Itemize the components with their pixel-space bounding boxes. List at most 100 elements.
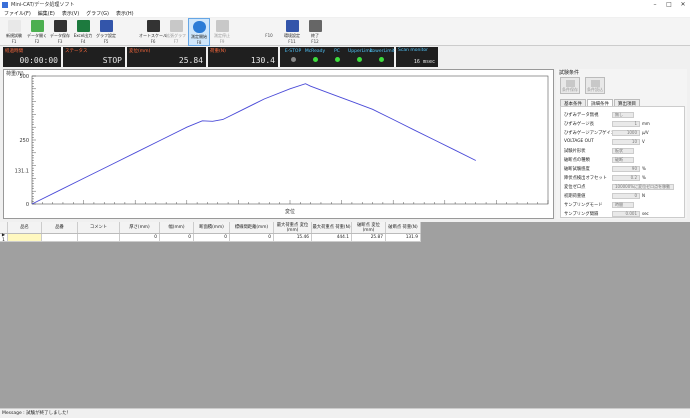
chart-svg[interactable]: 500250131.10荷重(N)変位 [4,70,553,218]
condition-field[interactable]: 100000%に変位ゼロ点を移動 [612,183,674,190]
table-cell[interactable] [8,234,42,241]
table-cell[interactable]: 0 [230,234,274,241]
title-bar: Mini-CAT/データ処理ソフト – □ ✕ [0,0,690,9]
toolbar-button-save-disk[interactable]: データ保存 F3 [49,18,71,46]
condition-label: サンプリング間隔 [564,211,599,217]
lamp-upperlimit: UpperLimit [348,49,373,67]
menu-view[interactable]: 表示(V) [62,10,79,17]
condition-field[interactable]: 90 [612,165,640,172]
column-header[interactable]: 破断点 荷重(N) [386,222,421,233]
indicator-lamps: E-STOP McReady PC UpperLimit LowerLimit [280,47,395,67]
table-cell[interactable] [42,234,78,241]
column-header[interactable]: 品名 [8,222,42,233]
save-conditions-button[interactable]: 条件保存 [560,77,580,94]
toolbar-button-exit[interactable]: 終了 F12 [304,18,326,46]
condition-unit: μ/V [642,130,649,135]
lamp-label: LowerLimit [370,49,395,54]
menu-help[interactable]: 表示(H) [116,10,134,17]
condition-row: サンプリングモード 時間 [564,201,684,208]
condition-label: 初期荷重値 [564,193,586,199]
close-button[interactable]: ✕ [676,0,690,9]
displacement-label: 変位(mm) [129,49,151,54]
scan-monitor-display: Scan monitor 16 msec [396,47,438,67]
condition-row: ひずみゲージ長 1 mm [564,120,684,127]
displacement-value: 25.84 [178,56,203,65]
column-header[interactable]: コメント [78,222,120,233]
function-key-label: F4 [80,39,86,44]
toolbar-button-new-file[interactable]: 新規試験 F1 [3,18,25,46]
column-header[interactable]: 断面積(mm) [194,222,230,233]
column-header[interactable]: 破断点 変位(mm) [352,222,386,233]
lamp-label: UpperLimit [348,49,373,54]
toolbar-button-graph-settings[interactable]: グラフ設定 F5 [95,18,117,46]
menu-graph[interactable]: グラフ(G) [86,10,109,17]
blank-icon [262,20,276,32]
elapsed-time-value: 00:00:00 [19,56,58,65]
condition-row: ひずみデータ無視 無し [564,111,684,118]
condition-unit: mm [642,121,650,126]
toolbar-button-autoscale[interactable]: オートスケール F6 [139,18,167,46]
condition-field[interactable]: 無し [612,111,634,118]
column-header[interactable]: 厚さ(mm) [120,222,160,233]
function-key-label: F1 [11,39,17,44]
table-cell[interactable]: 131.9 [386,234,421,241]
condition-field[interactable]: 板状 [612,147,634,154]
table-cell[interactable]: 444.1 [312,234,352,241]
status-bar: Message : 試験が終了しました！ [0,408,690,417]
indicator-dot-icon [334,57,340,62]
column-header[interactable] [0,222,8,233]
lamp-lowerlimit: LowerLimit [370,49,395,67]
condition-unit: sec [642,211,649,216]
table-cell[interactable]: ▶ 1 [0,233,8,243]
toolbar-button-excel[interactable]: Excel出力 F4 [72,18,94,46]
maximize-button[interactable]: □ [662,0,676,9]
column-header[interactable]: 最大荷重点 荷重(N) [312,222,352,233]
table-cell[interactable]: 0 [120,234,160,241]
exit-icon [308,20,322,32]
menu-edit[interactable]: 編集(E) [38,10,55,17]
table-cell[interactable]: 25.87 [352,234,386,241]
column-header[interactable]: 最大荷重点 変位(mm) [274,222,312,233]
toolbar-button-open-folder[interactable]: データ開く F2 [26,18,48,46]
load-conditions-icon [590,80,600,87]
env-settings-icon [285,20,299,32]
lamp-label: PC [334,49,340,54]
menu-file[interactable]: ファイル(F) [4,10,31,17]
condition-field[interactable]: 0.001 [612,210,640,217]
condition-field[interactable]: 0.2 [612,174,640,181]
open-folder-icon [30,20,44,32]
lamp-mcready: McReady [304,49,326,67]
table-cell[interactable]: 0 [160,234,194,241]
condition-field[interactable]: 1000 [612,129,640,136]
menu-bar: ファイル(F) 編集(E) 表示(V) グラフ(G) 表示(H) [0,9,690,17]
x-axis-label: 変位 [285,208,295,215]
column-header[interactable]: 標線間距離(mm) [230,222,274,233]
condition-field[interactable]: 破断 [612,156,634,163]
save-disk-icon [53,20,67,32]
condition-row: サンプリング間隔 0.001 sec [564,210,684,217]
minimize-button[interactable]: – [648,0,662,9]
column-header[interactable]: 幅(mm) [160,222,194,233]
function-key-label: F12 [311,39,319,44]
condition-unit: % [642,175,646,180]
toolbar-button-start-measure[interactable]: 測定開始 F8 [188,18,210,46]
status-value: STOP [102,56,122,65]
indicator-dot-icon [290,57,296,62]
condition-field[interactable]: 10 [612,138,640,145]
table-cell[interactable] [78,234,120,241]
lamp-e-stop: E-STOP [282,49,304,67]
indicator-dot-icon [378,57,384,62]
table-cell[interactable]: 15.46 [274,234,312,241]
toolbar-button-blank[interactable]: F10 [258,18,280,46]
table-row[interactable]: ▶ 1 0 0 0 0 15.46 444.1 25.87 131.9 [0,233,421,243]
condition-field[interactable]: 1 [612,120,640,127]
toolbar-button-stop-measure[interactable]: 測定停止 F9 [211,18,233,46]
column-header[interactable]: 品番 [42,222,78,233]
table-cell[interactable]: 0 [194,234,230,241]
toolbar-button-env-settings[interactable]: 環境設定 F11 [281,18,303,46]
condition-field[interactable]: 時間 [612,201,634,208]
load-conditions-button[interactable]: 条件読込 [585,77,605,94]
condition-field[interactable]: 0 [612,192,640,199]
load-displacement-chart[interactable]: 500 250 131.1 0 荷重(N) 変位 [3,69,554,219]
toolbar-button-extended-graph[interactable]: 拡張グラフ F7 [165,18,187,46]
